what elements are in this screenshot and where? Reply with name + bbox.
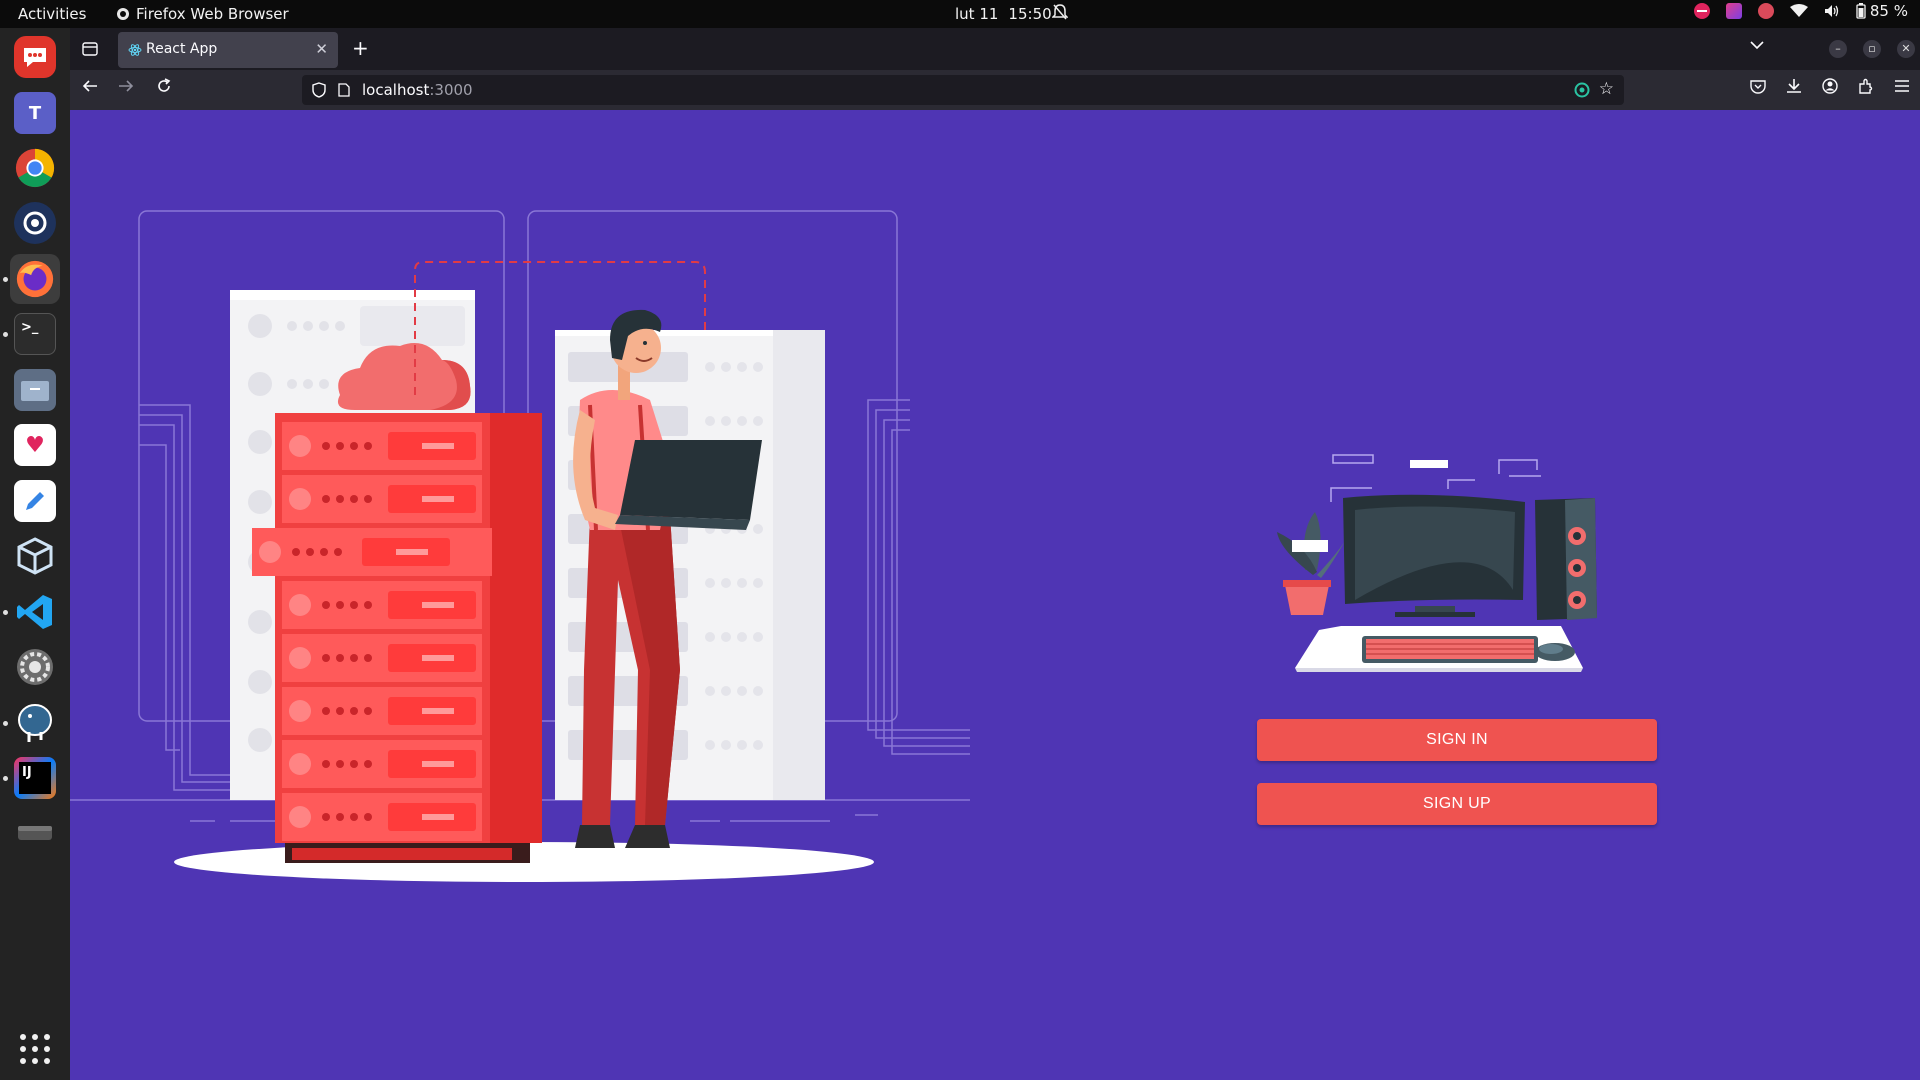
bookmark-star-icon[interactable]: ☆ [1599, 79, 1614, 99]
running-indicator [3, 721, 8, 726]
running-indicator [3, 277, 8, 282]
clock[interactable]: lut 11 15:50 [955, 5, 1052, 23]
battery-indicator: 85 % [1856, 2, 1908, 20]
list-all-tabs-icon[interactable] [1750, 38, 1764, 54]
server-room-illustration [70, 210, 970, 882]
intellij-icon: IJ [14, 757, 56, 799]
page-content: SIGN IN SIGN UP [70, 110, 1920, 1080]
account-icon[interactable] [1822, 78, 1838, 98]
settings-icon [14, 646, 56, 688]
dock-app-vscode[interactable] [10, 587, 60, 637]
downloads-icon[interactable] [1786, 78, 1802, 98]
dock-app-settings[interactable] [10, 642, 60, 692]
app-indicator-icon [1725, 3, 1742, 19]
postgres-icon [14, 702, 56, 744]
dock-app-terminal[interactable]: >_ [10, 309, 60, 359]
dock-app-rocketchat[interactable] [10, 32, 60, 82]
minimize-button[interactable]: – [1829, 40, 1847, 58]
close-tab-icon[interactable]: ✕ [315, 40, 328, 58]
dock-app-firefox[interactable] [10, 254, 60, 304]
wifi-icon [1789, 4, 1808, 17]
volume-icon [1824, 5, 1839, 17]
app-menu[interactable]: Firefox Web Browser [116, 5, 289, 23]
app-menu-icon[interactable] [1894, 78, 1910, 97]
page-info-icon[interactable] [338, 83, 350, 97]
mattermost-icon [14, 202, 56, 244]
battery-icon [1856, 3, 1866, 19]
teams-icon: T [14, 92, 56, 134]
running-indicator [3, 332, 8, 337]
tab-strip: React App ✕ + – ▫ ✕ [70, 28, 1920, 70]
chat-icon [14, 36, 56, 78]
do-not-disturb-icon [1693, 3, 1710, 19]
url-text[interactable]: localhost:3000 [362, 81, 473, 99]
cards-icon: ♥ [14, 424, 56, 466]
terminal-icon: >_ [14, 313, 56, 355]
firefox-view-icon[interactable] [82, 41, 98, 57]
dock-app-intellij[interactable]: IJ [10, 753, 60, 803]
url-port: :3000 [429, 81, 473, 99]
drive-icon [14, 813, 56, 855]
dock-app-mattermost[interactable] [10, 198, 60, 248]
url-bar[interactable]: localhost:3000 ☆ [302, 75, 1624, 105]
dock-app-solitaire[interactable]: ♥ [10, 420, 60, 470]
url-host: localhost [362, 81, 430, 99]
dock-app-pgadmin[interactable] [10, 698, 60, 748]
alarm-icon [1051, 3, 1069, 25]
navigation-toolbar: localhost:3000 ☆ [70, 70, 1920, 110]
skype-icon [1757, 3, 1774, 19]
running-indicator [3, 610, 8, 615]
chrome-icon [14, 147, 56, 189]
dock-app-drive[interactable] [10, 809, 60, 859]
tracking-shield-icon[interactable] [312, 82, 326, 98]
app-name-label: Firefox Web Browser [136, 5, 289, 23]
close-window-button[interactable]: ✕ [1897, 40, 1915, 58]
date-label: lut 11 [955, 5, 999, 23]
tab-title: React App [146, 41, 218, 57]
dock-app-chrome[interactable] [10, 143, 60, 193]
dock: T >_ ♥ IJ [0, 28, 70, 1080]
sign-up-button[interactable]: SIGN UP [1257, 783, 1657, 825]
time-label: 15:50 [1008, 5, 1052, 23]
system-top-bar: Activities Firefox Web Browser lut 11 15… [0, 0, 1920, 28]
new-tab-button[interactable]: + [352, 36, 369, 60]
workstation-illustration [1277, 454, 1597, 672]
extension-indicator-icon[interactable] [1574, 82, 1590, 98]
text-editor-icon [14, 480, 56, 522]
running-indicator [3, 776, 8, 781]
dock-app-teams[interactable]: T [10, 88, 60, 138]
firefox-small-icon [117, 8, 129, 20]
react-icon [128, 44, 142, 56]
extensions-icon[interactable] [1858, 78, 1874, 98]
dock-app-text-editor[interactable] [10, 476, 60, 526]
reload-icon[interactable] [156, 78, 172, 99]
dock-app-virtualbox[interactable] [10, 531, 60, 581]
dock-app-files[interactable] [10, 365, 60, 415]
activities-button[interactable]: Activities [18, 5, 86, 23]
files-icon [14, 369, 56, 411]
grid-icon [20, 1034, 50, 1064]
tab-react-app[interactable]: React App ✕ [118, 32, 338, 68]
forward-icon[interactable] [118, 78, 134, 99]
show-apps-button[interactable] [10, 1024, 60, 1074]
maximize-button[interactable]: ▫ [1863, 40, 1881, 58]
firefox-icon [14, 258, 56, 300]
system-tray[interactable]: 85 % [1693, 2, 1908, 20]
back-icon[interactable] [82, 78, 98, 99]
battery-label: 85 % [1869, 2, 1908, 20]
vscode-icon [14, 591, 56, 633]
virtualbox-icon [14, 535, 56, 577]
sign-in-button[interactable]: SIGN IN [1257, 719, 1657, 761]
pocket-icon[interactable] [1750, 78, 1766, 98]
